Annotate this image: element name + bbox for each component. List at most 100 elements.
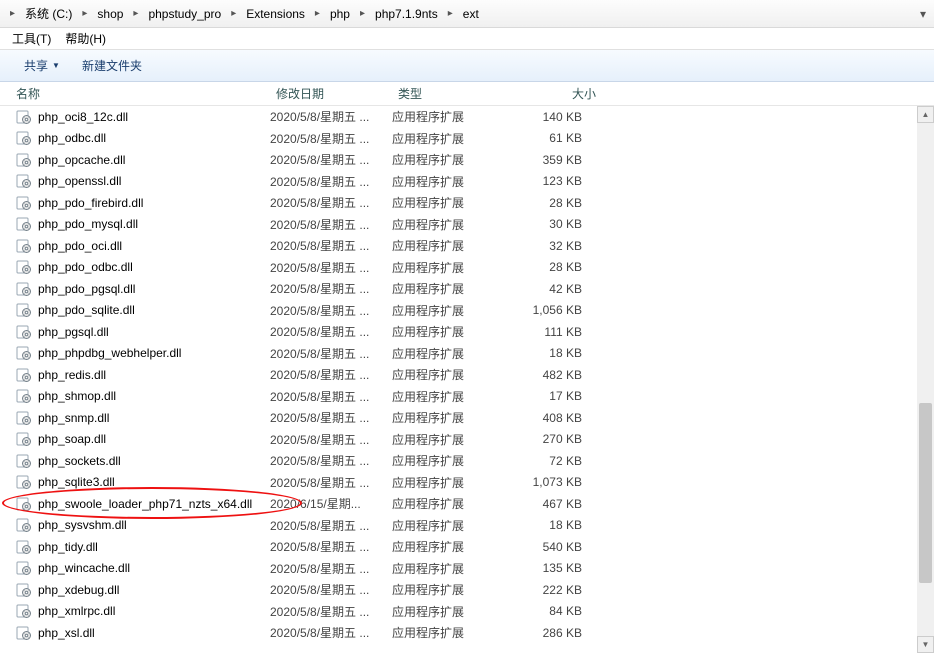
- file-date: 2020/5/8/星期五 ...: [270, 474, 392, 491]
- file-type: 应用程序扩展: [392, 517, 510, 534]
- file-name: php_redis.dll: [38, 368, 106, 382]
- file-date: 2020/5/8/星期五 ...: [270, 130, 392, 147]
- file-name: php_tidy.dll: [38, 540, 98, 554]
- table-row[interactable]: php_soap.dll2020/5/8/星期五 ...应用程序扩展270 KB: [0, 429, 934, 451]
- table-row[interactable]: php_pdo_firebird.dll2020/5/8/星期五 ...应用程序…: [0, 192, 934, 214]
- vertical-scrollbar[interactable]: ▲ ▼: [917, 106, 934, 653]
- file-name-cell: php_pdo_sqlite.dll: [16, 302, 270, 318]
- file-size: 111 KB: [510, 325, 598, 339]
- table-row[interactable]: php_snmp.dll2020/5/8/星期五 ...应用程序扩展408 KB: [0, 407, 934, 429]
- chevron-right-icon[interactable]: ▸: [311, 8, 324, 19]
- dll-file-icon: [16, 130, 32, 146]
- scroll-thumb[interactable]: [919, 403, 932, 583]
- file-name: php_xmlrpc.dll: [38, 604, 115, 618]
- file-size: 222 KB: [510, 583, 598, 597]
- dll-file-icon: [16, 281, 32, 297]
- dll-file-icon: [16, 539, 32, 555]
- file-size: 1,056 KB: [510, 303, 598, 317]
- dll-file-icon: [16, 453, 32, 469]
- column-date[interactable]: 修改日期: [276, 85, 398, 102]
- scroll-up-button[interactable]: ▲: [917, 106, 934, 123]
- chevron-right-icon[interactable]: ▸: [78, 8, 91, 19]
- table-row[interactable]: php_swoole_loader_php71_nzts_x64.dll2020…: [0, 493, 934, 515]
- breadcrumb-label: shop: [93, 7, 127, 21]
- new-folder-button[interactable]: 新建文件夹: [74, 53, 150, 78]
- file-name-cell: php_pgsql.dll: [16, 324, 270, 340]
- address-dropdown[interactable]: ▾: [912, 7, 934, 21]
- menu-tools[interactable]: 工具(T): [12, 30, 51, 47]
- file-name: php_phpdbg_webhelper.dll: [38, 346, 181, 360]
- table-row[interactable]: php_tidy.dll2020/5/8/星期五 ...应用程序扩展540 KB: [0, 536, 934, 558]
- table-row[interactable]: php_phpdbg_webhelper.dll2020/5/8/星期五 ...…: [0, 343, 934, 365]
- file-name-cell: php_pdo_pgsql.dll: [16, 281, 270, 297]
- scroll-track[interactable]: [917, 123, 934, 636]
- file-type: 应用程序扩展: [392, 302, 510, 319]
- file-name: php_pdo_pgsql.dll: [38, 282, 135, 296]
- breadcrumb-segment[interactable]: phpstudy_pro: [142, 7, 227, 21]
- breadcrumb-segment[interactable]: Extensions: [240, 7, 311, 21]
- file-size: 28 KB: [510, 260, 598, 274]
- chevron-right-icon[interactable]: ▸: [444, 8, 457, 19]
- file-name: php_sockets.dll: [38, 454, 121, 468]
- file-date: 2020/5/8/星期五 ...: [270, 259, 392, 276]
- table-row[interactable]: php_pdo_odbc.dll 2020/5/8/星期五 ...应用程序扩展28…: [0, 257, 934, 279]
- table-row[interactable]: php_pdo_oci.dll2020/5/8/星期五 ...应用程序扩展32 …: [0, 235, 934, 257]
- table-row[interactable]: php_wincache.dll2020/5/8/星期五 ...应用程序扩展13…: [0, 558, 934, 580]
- table-row[interactable]: php_opcache.dll2020/5/8/星期五 ...应用程序扩展359…: [0, 149, 934, 171]
- file-type: 应用程序扩展: [392, 108, 510, 125]
- table-row[interactable]: php_pdo_sqlite.dll2020/5/8/星期五 ...应用程序扩展…: [0, 300, 934, 322]
- file-name-cell: php_redis.dll: [16, 367, 270, 383]
- dll-file-icon: [16, 324, 32, 340]
- dll-file-icon: [16, 216, 32, 232]
- table-row[interactable]: php_xdebug.dll2020/5/8/星期五 ...应用程序扩展222 …: [0, 579, 934, 601]
- table-row[interactable]: php_odbc.dll2020/5/8/星期五 ...应用程序扩展61 KB: [0, 128, 934, 150]
- menu-help[interactable]: 帮助(H): [65, 30, 106, 47]
- dll-file-icon: [16, 603, 32, 619]
- file-size: 17 KB: [510, 389, 598, 403]
- table-row[interactable]: php_pdo_pgsql.dll2020/5/8/星期五 ...应用程序扩展4…: [0, 278, 934, 300]
- column-type[interactable]: 类型: [398, 85, 516, 102]
- file-name-cell: php_snmp.dll: [16, 410, 270, 426]
- dll-file-icon: [16, 367, 32, 383]
- dll-file-icon: [16, 152, 32, 168]
- file-name: php_xsl.dll: [38, 626, 95, 640]
- table-row[interactable]: php_openssl.dll2020/5/8/星期五 ...应用程序扩展123…: [0, 171, 934, 193]
- breadcrumb-segment[interactable]: 系统 (C:): [19, 5, 78, 22]
- scroll-down-button[interactable]: ▼: [917, 636, 934, 653]
- dll-file-icon: [16, 195, 32, 211]
- column-size[interactable]: 大小: [516, 85, 604, 102]
- file-name-cell: php_oci8_12c.dll: [16, 109, 270, 125]
- file-name: php_pdo_odbc.dll: [38, 260, 133, 274]
- table-row[interactable]: php_sockets.dll2020/5/8/星期五 ...应用程序扩展72 …: [0, 450, 934, 472]
- share-button[interactable]: 共享 ▼: [16, 53, 68, 78]
- breadcrumb-segment[interactable]: shop: [91, 7, 129, 21]
- file-date: 2020/5/8/星期五 ...: [270, 581, 392, 598]
- column-name[interactable]: 名称: [16, 85, 276, 102]
- file-date: 2020/5/8/星期五 ...: [270, 603, 392, 620]
- file-name: php_pgsql.dll: [38, 325, 109, 339]
- file-date: 2020/5/8/星期五 ...: [270, 237, 392, 254]
- file-date: 2020/5/8/星期五 ...: [270, 431, 392, 448]
- table-row[interactable]: php_xsl.dll2020/5/8/星期五 ...应用程序扩展286 KB: [0, 622, 934, 644]
- chevron-right-icon[interactable]: ▸: [356, 8, 369, 19]
- table-row[interactable]: php_shmop.dll2020/5/8/星期五 ...应用程序扩展17 KB: [0, 386, 934, 408]
- breadcrumb-segment[interactable]: ext: [457, 7, 485, 21]
- file-name-cell: php_sysvshm.dll: [16, 517, 270, 533]
- breadcrumb-segment[interactable]: php7.1.9nts: [369, 7, 444, 21]
- file-size: 359 KB: [510, 153, 598, 167]
- chevron-right-icon[interactable]: ▸: [227, 8, 240, 19]
- table-row[interactable]: php_sqlite3.dll2020/5/8/星期五 ...应用程序扩展1,0…: [0, 472, 934, 494]
- table-row[interactable]: php_oci8_12c.dll2020/5/8/星期五 ...应用程序扩展14…: [0, 106, 934, 128]
- file-name-cell: php_openssl.dll: [16, 173, 270, 189]
- table-row[interactable]: php_sysvshm.dll2020/5/8/星期五 ...应用程序扩展18 …: [0, 515, 934, 537]
- file-date: 2020/5/8/星期五 ...: [270, 409, 392, 426]
- file-type: 应用程序扩展: [392, 259, 510, 276]
- breadcrumb-segment[interactable]: php: [324, 7, 356, 21]
- table-row[interactable]: php_redis.dll2020/5/8/星期五 ...应用程序扩展482 K…: [0, 364, 934, 386]
- file-type: 应用程序扩展: [392, 560, 510, 577]
- chevron-right-icon[interactable]: ▸: [129, 8, 142, 19]
- table-row[interactable]: php_xmlrpc.dll2020/5/8/星期五 ...应用程序扩展84 K…: [0, 601, 934, 623]
- table-row[interactable]: php_pgsql.dll2020/5/8/星期五 ...应用程序扩展111 K…: [0, 321, 934, 343]
- chevron-right-icon[interactable]: ▸: [6, 8, 19, 19]
- table-row[interactable]: php_pdo_mysql.dll2020/5/8/星期五 ...应用程序扩展3…: [0, 214, 934, 236]
